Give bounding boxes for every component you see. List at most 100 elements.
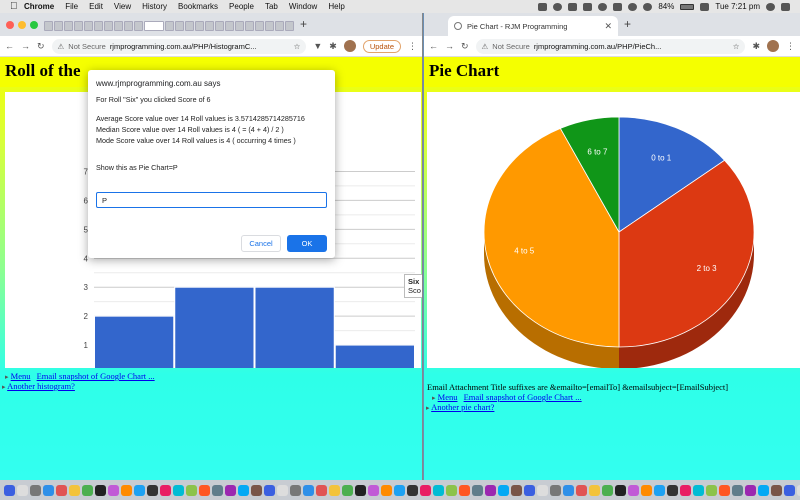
dock-app-icon[interactable] [758, 484, 769, 496]
dock-app-icon[interactable] [186, 484, 197, 496]
email-snapshot-link[interactable]: Email snapshot of Google Chart ... [464, 392, 582, 402]
dock-app-icon[interactable] [680, 484, 691, 496]
browser-tab[interactable] [74, 21, 83, 31]
puzzle-icon[interactable]: ✱ [752, 41, 760, 52]
dock-app-icon[interactable] [628, 484, 639, 496]
prompt-input[interactable] [96, 192, 327, 208]
dock-app-icon[interactable] [732, 484, 743, 496]
cancel-button[interactable]: Cancel [241, 235, 281, 252]
status-app-icon[interactable] [538, 2, 548, 11]
dock-app-icon[interactable] [537, 484, 548, 496]
menu-bookmarks[interactable]: Bookmarks [178, 2, 218, 11]
reload-icon[interactable]: ↻ [37, 41, 45, 52]
dock-app-icon[interactable] [43, 484, 54, 496]
browser-tab[interactable] [265, 21, 274, 31]
dock-app-icon[interactable] [95, 484, 106, 496]
dock-app-icon[interactable] [290, 484, 301, 496]
search-icon[interactable] [766, 2, 775, 11]
dock-app-icon[interactable] [576, 484, 587, 496]
tab-pie-chart[interactable]: Pie Chart - RJM Programming ✕ [448, 16, 618, 36]
zoom-window-button[interactable] [30, 21, 38, 29]
browser-tab[interactable] [165, 21, 174, 31]
dock-app-icon[interactable] [17, 484, 28, 496]
new-tab-button[interactable]: + [294, 17, 313, 36]
dock-app-icon[interactable] [615, 484, 626, 496]
browser-tab[interactable] [175, 21, 184, 31]
dock-app-icon[interactable] [693, 484, 704, 496]
dock-app-icon[interactable] [368, 484, 379, 496]
menu-view[interactable]: View [114, 2, 131, 11]
browser-tab[interactable] [64, 21, 73, 31]
dock-app-icon[interactable] [56, 484, 67, 496]
dock-app-icon[interactable] [121, 484, 132, 496]
browser-tab[interactable] [185, 21, 194, 31]
volume-icon[interactable] [643, 2, 653, 11]
reload-icon[interactable]: ↻ [461, 41, 469, 52]
browser-tab[interactable] [114, 21, 123, 31]
dock-app-icon[interactable] [745, 484, 756, 496]
menu-file[interactable]: File [65, 2, 78, 11]
menu-history[interactable]: History [142, 2, 167, 11]
extension-icon[interactable]: ▼ [313, 41, 322, 51]
browser-tab[interactable] [124, 21, 133, 31]
more-menu-icon[interactable]: ⋮ [786, 41, 795, 52]
dock-app-icon[interactable] [498, 484, 509, 496]
new-tab-button[interactable]: + [618, 17, 637, 36]
profile-avatar[interactable] [343, 40, 356, 52]
dock-app-icon[interactable] [30, 484, 41, 496]
update-button[interactable]: Update [362, 39, 401, 53]
dock-app-icon[interactable] [706, 484, 717, 496]
back-icon[interactable]: ← [429, 41, 438, 51]
dock-app-icon[interactable] [342, 484, 353, 496]
dock-app-icon[interactable] [303, 484, 314, 496]
browser-tab[interactable] [104, 21, 113, 31]
browser-tab[interactable] [285, 21, 294, 31]
browser-tab[interactable] [144, 21, 164, 31]
browser-tab[interactable] [255, 21, 264, 31]
status-display-icon[interactable] [583, 2, 593, 11]
flag-icon[interactable] [700, 2, 710, 11]
browser-tab[interactable] [205, 21, 214, 31]
browser-tab[interactable] [44, 21, 53, 31]
email-snapshot-link[interactable]: Email snapshot of Google Chart ... [37, 371, 155, 381]
dock-app-icon[interactable] [238, 484, 249, 496]
dock-app-icon[interactable] [199, 484, 210, 496]
menu-link[interactable]: Menu [11, 371, 31, 381]
dock-app-icon[interactable] [173, 484, 184, 496]
forward-icon[interactable]: → [21, 41, 30, 51]
browser-tab[interactable] [235, 21, 244, 31]
browser-tab[interactable] [84, 21, 93, 31]
address-bar[interactable]: ⚠ Not Secure rjmprogramming.com.au/PHP/P… [475, 38, 746, 54]
browser-tab[interactable] [225, 21, 234, 31]
menu-tab[interactable]: Tab [265, 2, 278, 11]
dock-app-icon[interactable] [225, 484, 236, 496]
menu-help[interactable]: Help [328, 2, 344, 11]
dock-app-icon[interactable] [264, 484, 275, 496]
menu-window[interactable]: Window [289, 2, 317, 11]
dock-app-icon[interactable] [134, 484, 145, 496]
dock-app-icon[interactable] [719, 484, 730, 496]
dock-app-icon[interactable] [329, 484, 340, 496]
puzzle-icon[interactable]: ✱ [329, 41, 337, 52]
wifi-icon[interactable] [628, 2, 638, 11]
dock-app-icon[interactable] [641, 484, 652, 496]
dock-app-icon[interactable] [69, 484, 80, 496]
dock-app-icon[interactable] [355, 484, 366, 496]
dock-app-icon[interactable] [394, 484, 405, 496]
dock-app-icon[interactable] [589, 484, 600, 496]
dock-app-icon[interactable] [82, 484, 93, 496]
profile-avatar[interactable] [767, 40, 779, 52]
close-tab-icon[interactable]: ✕ [604, 21, 612, 32]
dock-app-icon[interactable] [550, 484, 561, 496]
dock-app-icon[interactable] [771, 484, 782, 496]
dock-app-icon[interactable] [524, 484, 535, 496]
control-center-icon[interactable] [781, 2, 790, 11]
bluetooth-icon[interactable] [613, 2, 623, 11]
menu-people[interactable]: People [229, 2, 254, 11]
status-circle-icon[interactable] [553, 2, 563, 11]
dock-app-icon[interactable] [667, 484, 678, 496]
minimize-window-button[interactable] [18, 21, 26, 29]
dock-app-icon[interactable] [654, 484, 665, 496]
dock-app-icon[interactable] [420, 484, 431, 496]
forward-icon[interactable]: → [445, 41, 454, 51]
